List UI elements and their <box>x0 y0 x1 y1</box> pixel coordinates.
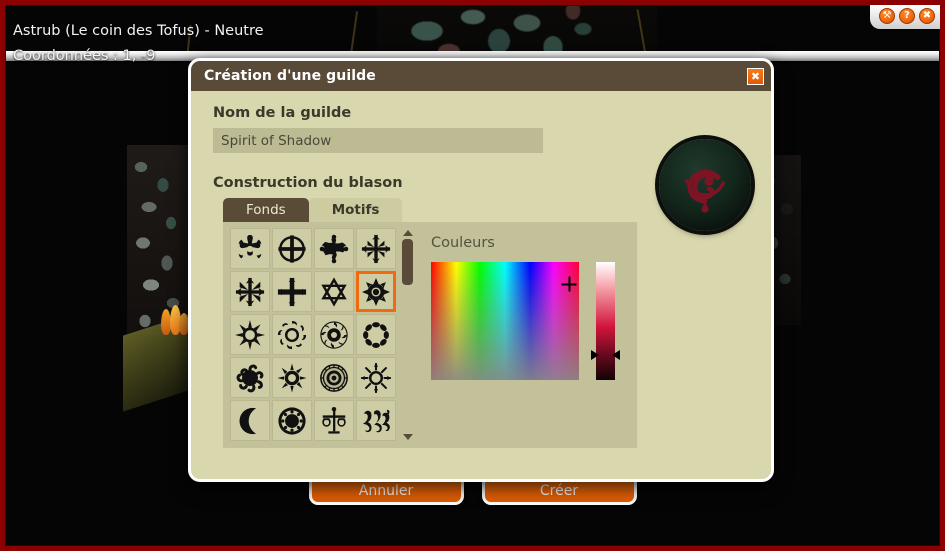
motif-cell-sun-rays[interactable] <box>230 314 270 355</box>
libra-scales-icon <box>322 406 346 434</box>
sun-disc-icon <box>278 406 306 435</box>
sun-rays-icon <box>235 319 265 350</box>
emblem-builder-panel: Couleurs <box>223 222 637 448</box>
vine-decoration <box>349 11 359 55</box>
location-name: Astrub (Le coin des Tofus) - Neutre <box>13 23 264 39</box>
sun-spiral-icon <box>277 320 307 349</box>
motif-cell-libra-scales[interactable] <box>314 400 354 441</box>
question-mark-icon: ? <box>904 10 910 21</box>
motif-cell-octopus[interactable] <box>230 357 270 398</box>
dialog-title: Création d'une guilde <box>204 68 376 84</box>
motif-cell-zodiac-wheel[interactable] <box>314 357 354 398</box>
guild-creation-dialog: Création d'une guilde ✖ Nom de la guilde… <box>188 58 774 482</box>
motif-cell-sun-spokes[interactable] <box>356 357 396 398</box>
motif-cell-sun-burst[interactable] <box>356 271 396 312</box>
tab-motifs[interactable]: Motifs <box>308 198 403 222</box>
motif-cell-cross-pattee[interactable] <box>230 228 270 269</box>
octopus-icon <box>236 364 264 392</box>
motif-cell-cross-bottony[interactable] <box>314 228 354 269</box>
colors-label: Couleurs <box>431 235 495 251</box>
brightness-slider-marker[interactable] <box>591 350 620 361</box>
window-controls: ⚒ ? ✖ <box>879 8 935 24</box>
close-icon: ✖ <box>750 69 761 83</box>
wrench-icon: ⚒ <box>882 10 892 21</box>
sun-ring-icon <box>277 362 307 393</box>
celtic-cross-icon <box>278 234 306 263</box>
scrollbar-track[interactable] <box>402 239 413 431</box>
laurel-wreath-icon <box>363 321 389 348</box>
scroll-up-arrow-icon[interactable] <box>402 230 413 236</box>
dialog-titlebar: Création d'une guilde ✖ <box>191 61 771 91</box>
cross-latin-icon <box>277 277 307 306</box>
create-button-label: Créer <box>539 483 579 499</box>
tab-fonds-label: Fonds <box>246 202 286 218</box>
crescent-moon-icon <box>239 407 257 434</box>
motif-cell-sun-wheel[interactable] <box>314 314 354 355</box>
emblem-preview <box>659 139 751 231</box>
game-window: Astrub (Le coin des Tofus) - Neutre Coor… <box>0 0 945 551</box>
zodiac-wheel-icon <box>319 363 349 392</box>
star-of-david-icon <box>321 276 347 307</box>
motif-grid <box>230 228 396 442</box>
motif-cell-cross-flory[interactable] <box>230 271 270 312</box>
motif-cell-crescent-moon[interactable] <box>230 400 270 441</box>
scrollbar-thumb[interactable] <box>402 239 413 285</box>
motif-cell-sun-ring[interactable] <box>272 357 312 398</box>
close-icon: ✖ <box>922 10 932 21</box>
motif-cell-star-of-david[interactable] <box>314 271 354 312</box>
tab-fonds[interactable]: Fonds <box>223 198 309 222</box>
guild-name-input[interactable] <box>213 128 543 153</box>
sun-burst-icon <box>362 277 390 306</box>
motif-cell-sun-spiral[interactable] <box>272 314 312 355</box>
color-picker <box>431 262 620 380</box>
cross-pattee-icon <box>238 234 262 258</box>
scroll-down-arrow-icon[interactable] <box>402 434 413 440</box>
colors-panel: Couleurs <box>415 222 620 448</box>
sun-spokes-icon <box>361 362 391 393</box>
settings-button[interactable]: ⚒ <box>879 8 895 24</box>
cross-moline-icon <box>361 234 391 263</box>
motif-scrollbar[interactable] <box>400 228 415 442</box>
close-window-button[interactable]: ✖ <box>919 8 935 24</box>
motif-cell-cross-moline[interactable] <box>356 228 396 269</box>
help-button[interactable]: ? <box>899 8 915 24</box>
cross-flory-icon <box>235 277 265 306</box>
scorpion-icon <box>362 409 390 432</box>
tab-motifs-label: Motifs <box>331 202 380 218</box>
brightness-slider[interactable] <box>591 262 620 380</box>
guild-name-label: Nom de la guilde <box>213 105 352 121</box>
saturation-value-field[interactable] <box>431 262 579 380</box>
motif-cell-sun-disc[interactable] <box>272 400 312 441</box>
motif-grid-wrapper <box>223 222 415 448</box>
motif-cell-cross-latin[interactable] <box>272 271 312 312</box>
color-crosshair-icon <box>561 276 577 292</box>
cancel-button-label: Annuler <box>358 483 414 499</box>
sun-wheel-icon <box>320 320 348 349</box>
motif-cell-scorpion[interactable] <box>356 400 396 441</box>
cross-bottony-icon <box>319 234 349 263</box>
dialog-body: Nom de la guilde Construction du blason … <box>191 91 771 479</box>
motif-cell-laurel-wreath[interactable] <box>356 314 396 355</box>
motif-cell-celtic-cross[interactable] <box>272 228 312 269</box>
guild-emblem-icon <box>685 169 725 213</box>
dialog-close-button[interactable]: ✖ <box>747 67 764 85</box>
